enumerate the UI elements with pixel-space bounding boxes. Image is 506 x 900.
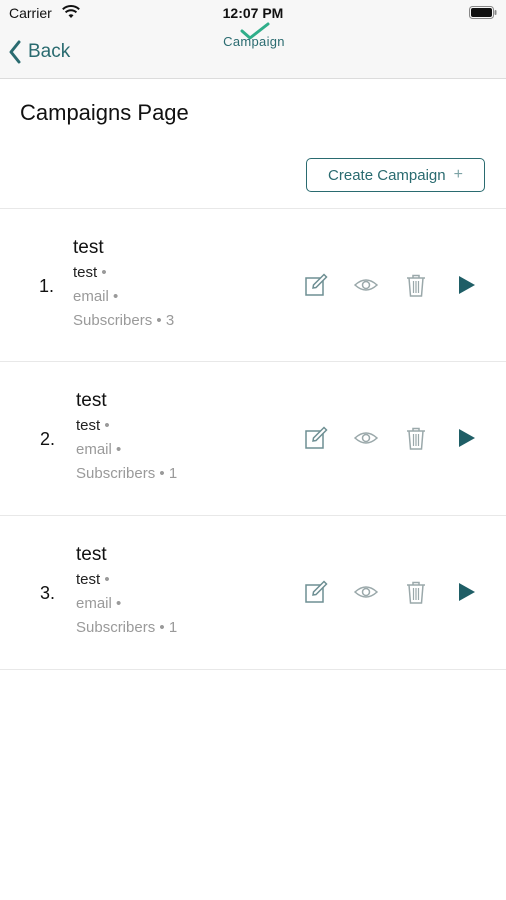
campaign-row: 3. test test • email • Subscribers • 1	[0, 516, 506, 669]
campaign-logo: Campaign	[219, 21, 289, 61]
subscribers-label: Subscribers	[76, 465, 156, 482]
play-icon[interactable]	[454, 426, 478, 450]
back-label: Back	[28, 41, 71, 62]
campaign-row: 1. test test • email • Subscribers • 3	[0, 209, 506, 362]
subscribers-count: 1	[168, 619, 178, 636]
play-icon[interactable]	[454, 580, 478, 604]
delete-icon[interactable]	[404, 273, 428, 297]
campaign-name: test	[76, 544, 107, 565]
campaign-type: test	[76, 417, 101, 434]
subscribers-label: Subscribers	[73, 312, 153, 329]
row-index: 1.	[39, 276, 55, 296]
campaign-details: test test • email • Subscribers • 1	[76, 390, 177, 484]
delete-icon[interactable]	[404, 580, 428, 604]
edit-icon[interactable]	[304, 580, 328, 604]
campaign-channel: email	[73, 288, 109, 305]
separator-dot: •	[116, 595, 122, 612]
campaign-channel: email	[76, 441, 112, 458]
row-actions	[304, 273, 478, 297]
edit-icon[interactable]	[304, 426, 328, 450]
separator-dot: •	[159, 619, 165, 636]
separator-dot: •	[159, 465, 165, 482]
navigation-bar: Back Campaign	[0, 22, 506, 79]
battery-icon	[469, 6, 497, 19]
separator-dot: •	[156, 312, 162, 329]
separator-dot: •	[104, 571, 110, 588]
create-campaign-button[interactable]: Create Campaign +	[306, 158, 485, 192]
campaign-type: test	[76, 571, 101, 588]
campaign-details: test test • email • Subscribers • 1	[76, 544, 177, 638]
campaign-type: test	[73, 264, 98, 281]
view-icon[interactable]	[354, 273, 378, 297]
row-actions	[304, 580, 478, 604]
row-index: 2.	[40, 429, 56, 449]
subscribers-count: 3	[165, 312, 175, 329]
status-time: 12:07 PM	[222, 5, 284, 21]
row-actions	[304, 426, 478, 450]
divider	[0, 669, 506, 670]
back-button[interactable]: Back	[8, 38, 70, 66]
separator-dot: •	[101, 264, 107, 281]
subscribers-label: Subscribers	[76, 619, 156, 636]
play-icon[interactable]	[454, 273, 478, 297]
campaign-channel: email	[76, 595, 112, 612]
edit-icon[interactable]	[304, 273, 328, 297]
separator-dot: •	[104, 417, 110, 434]
campaign-details: test test • email • Subscribers • 3	[73, 237, 174, 331]
plus-icon: +	[453, 166, 463, 183]
row-index: 3.	[40, 583, 56, 603]
delete-icon[interactable]	[404, 426, 428, 450]
campaign-name: test	[76, 390, 107, 411]
separator-dot: •	[113, 288, 119, 305]
chevron-left-icon	[9, 40, 21, 64]
page-title: Campaigns Page	[20, 100, 189, 125]
separator-dot: •	[116, 441, 122, 458]
view-icon[interactable]	[354, 580, 378, 604]
create-campaign-label: Create Campaign	[328, 166, 446, 184]
campaign-name: test	[73, 237, 104, 258]
view-icon[interactable]	[354, 426, 378, 450]
campaign-row: 2. test test • email • Subscribers • 1	[0, 362, 506, 515]
logo-text: Campaign	[223, 34, 285, 49]
subscribers-count: 1	[168, 465, 178, 482]
